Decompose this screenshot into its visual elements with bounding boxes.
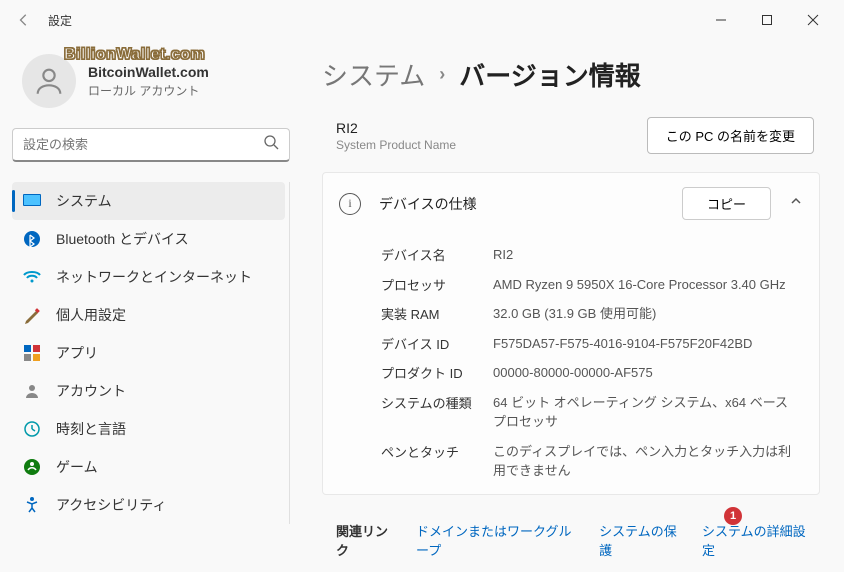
copy-button[interactable]: コピー <box>682 187 771 220</box>
spec-row: プロダクト ID00000-80000-00000-AF575 <box>381 358 803 388</box>
system-icon <box>22 191 42 211</box>
sidebar-item-label: ゲーム <box>56 457 98 477</box>
sidebar-item-accessibility[interactable]: アクセシビリティ <box>12 486 285 524</box>
game-icon <box>22 457 42 477</box>
spec-header[interactable]: i デバイスの仕様 コピー <box>323 173 819 234</box>
accessibility-icon <box>22 495 42 515</box>
device-name: RI2 <box>336 120 456 136</box>
link-advanced-system-settings[interactable]: システムの詳細設定 <box>702 521 806 559</box>
spec-row: デバイス名RI2 <box>381 240 803 270</box>
sidebar-item-apps[interactable]: アプリ <box>12 334 285 372</box>
breadcrumb: システム › バージョン情報 <box>322 56 820 93</box>
search-icon <box>263 134 279 155</box>
sidebar-item-network[interactable]: ネットワークとインターネット <box>12 258 285 296</box>
sidebar-item-label: 個人用設定 <box>56 305 126 325</box>
window-title: 設定 <box>48 12 72 29</box>
personalize-icon <box>22 305 42 325</box>
spec-row: プロセッサAMD Ryzen 9 5950X 16-Core Processor… <box>381 270 803 300</box>
sidebar: BitcoinWallet.com ローカル アカウント BillionWall… <box>0 40 302 572</box>
sidebar-item-account[interactable]: アカウント <box>12 372 285 410</box>
sidebar-item-label: アクセシビリティ <box>56 495 166 515</box>
profile-section[interactable]: BitcoinWallet.com ローカル アカウント BillionWall… <box>12 40 290 128</box>
related-links: 関連リンク ドメインまたはワークグループ システムの保護 システムの詳細設定 1 <box>322 505 820 572</box>
profile-type: ローカル アカウント <box>88 82 209 99</box>
content-area: システム › バージョン情報 RI2 System Product Name こ… <box>302 40 844 572</box>
apps-icon <box>22 343 42 363</box>
sidebar-item-label: アプリ <box>56 343 98 363</box>
nav-list: システム Bluetooth とデバイス ネットワークとインターネット 個人用設… <box>12 182 290 524</box>
link-system-protection[interactable]: システムの保護 <box>599 521 680 559</box>
sidebar-item-label: Bluetooth とデバイス <box>56 229 189 249</box>
time-icon <box>22 419 42 439</box>
info-icon: i <box>339 193 361 215</box>
page-title: バージョン情報 <box>459 56 640 93</box>
sidebar-item-system[interactable]: システム <box>12 182 285 220</box>
breadcrumb-parent[interactable]: システム <box>322 56 425 93</box>
sidebar-item-time[interactable]: 時刻と言語 <box>12 410 285 448</box>
sidebar-item-bluetooth[interactable]: Bluetooth とデバイス <box>12 220 285 258</box>
spec-title: デバイスの仕様 <box>379 194 682 214</box>
sidebar-item-label: 時刻と言語 <box>56 419 126 439</box>
related-label: 関連リンク <box>336 521 394 559</box>
search-input[interactable] <box>23 137 263 152</box>
annotation-badge: 1 <box>724 507 742 525</box>
device-product-name: System Product Name <box>336 138 456 152</box>
search-box[interactable] <box>12 128 290 162</box>
spec-row: 実装 RAM32.0 GB (31.9 GB 使用可能) <box>381 299 803 329</box>
sidebar-item-personalize[interactable]: 個人用設定 <box>12 296 285 334</box>
chevron-up-icon <box>789 194 803 213</box>
minimize-button[interactable] <box>698 4 744 36</box>
titlebar: 設定 <box>0 0 844 40</box>
spec-row: ペンとタッチこのディスプレイでは、ペン入力とタッチ入力は利用できません <box>381 437 803 486</box>
device-spec-card: i デバイスの仕様 コピー デバイス名RI2 プロセッサAMD Ryzen 9 … <box>322 172 820 495</box>
close-button[interactable] <box>790 4 836 36</box>
sidebar-item-label: ネットワークとインターネット <box>56 267 252 287</box>
device-header: RI2 System Product Name この PC の名前を変更 <box>322 117 820 172</box>
link-domain-workgroup[interactable]: ドメインまたはワークグループ <box>416 521 577 559</box>
avatar-icon <box>22 54 76 108</box>
sidebar-item-label: アカウント <box>56 381 126 401</box>
bluetooth-icon <box>22 229 42 249</box>
back-button[interactable] <box>8 4 40 36</box>
maximize-button[interactable] <box>744 4 790 36</box>
watermark-text: BillionWallet.com <box>64 46 205 64</box>
profile-name: BitcoinWallet.com <box>88 64 209 80</box>
spec-table: デバイス名RI2 プロセッサAMD Ryzen 9 5950X 16-Core … <box>323 234 819 494</box>
rename-pc-button[interactable]: この PC の名前を変更 <box>647 117 814 154</box>
network-icon <box>22 267 42 287</box>
breadcrumb-sep-icon: › <box>439 64 445 85</box>
spec-row: デバイス IDF575DA57-F575-4016-9104-F575F20F4… <box>381 329 803 359</box>
account-icon <box>22 381 42 401</box>
sidebar-item-label: システム <box>56 191 112 211</box>
sidebar-item-game[interactable]: ゲーム <box>12 448 285 486</box>
spec-row: システムの種類64 ビット オペレーティング システム、x64 ベース プロセッ… <box>381 388 803 437</box>
